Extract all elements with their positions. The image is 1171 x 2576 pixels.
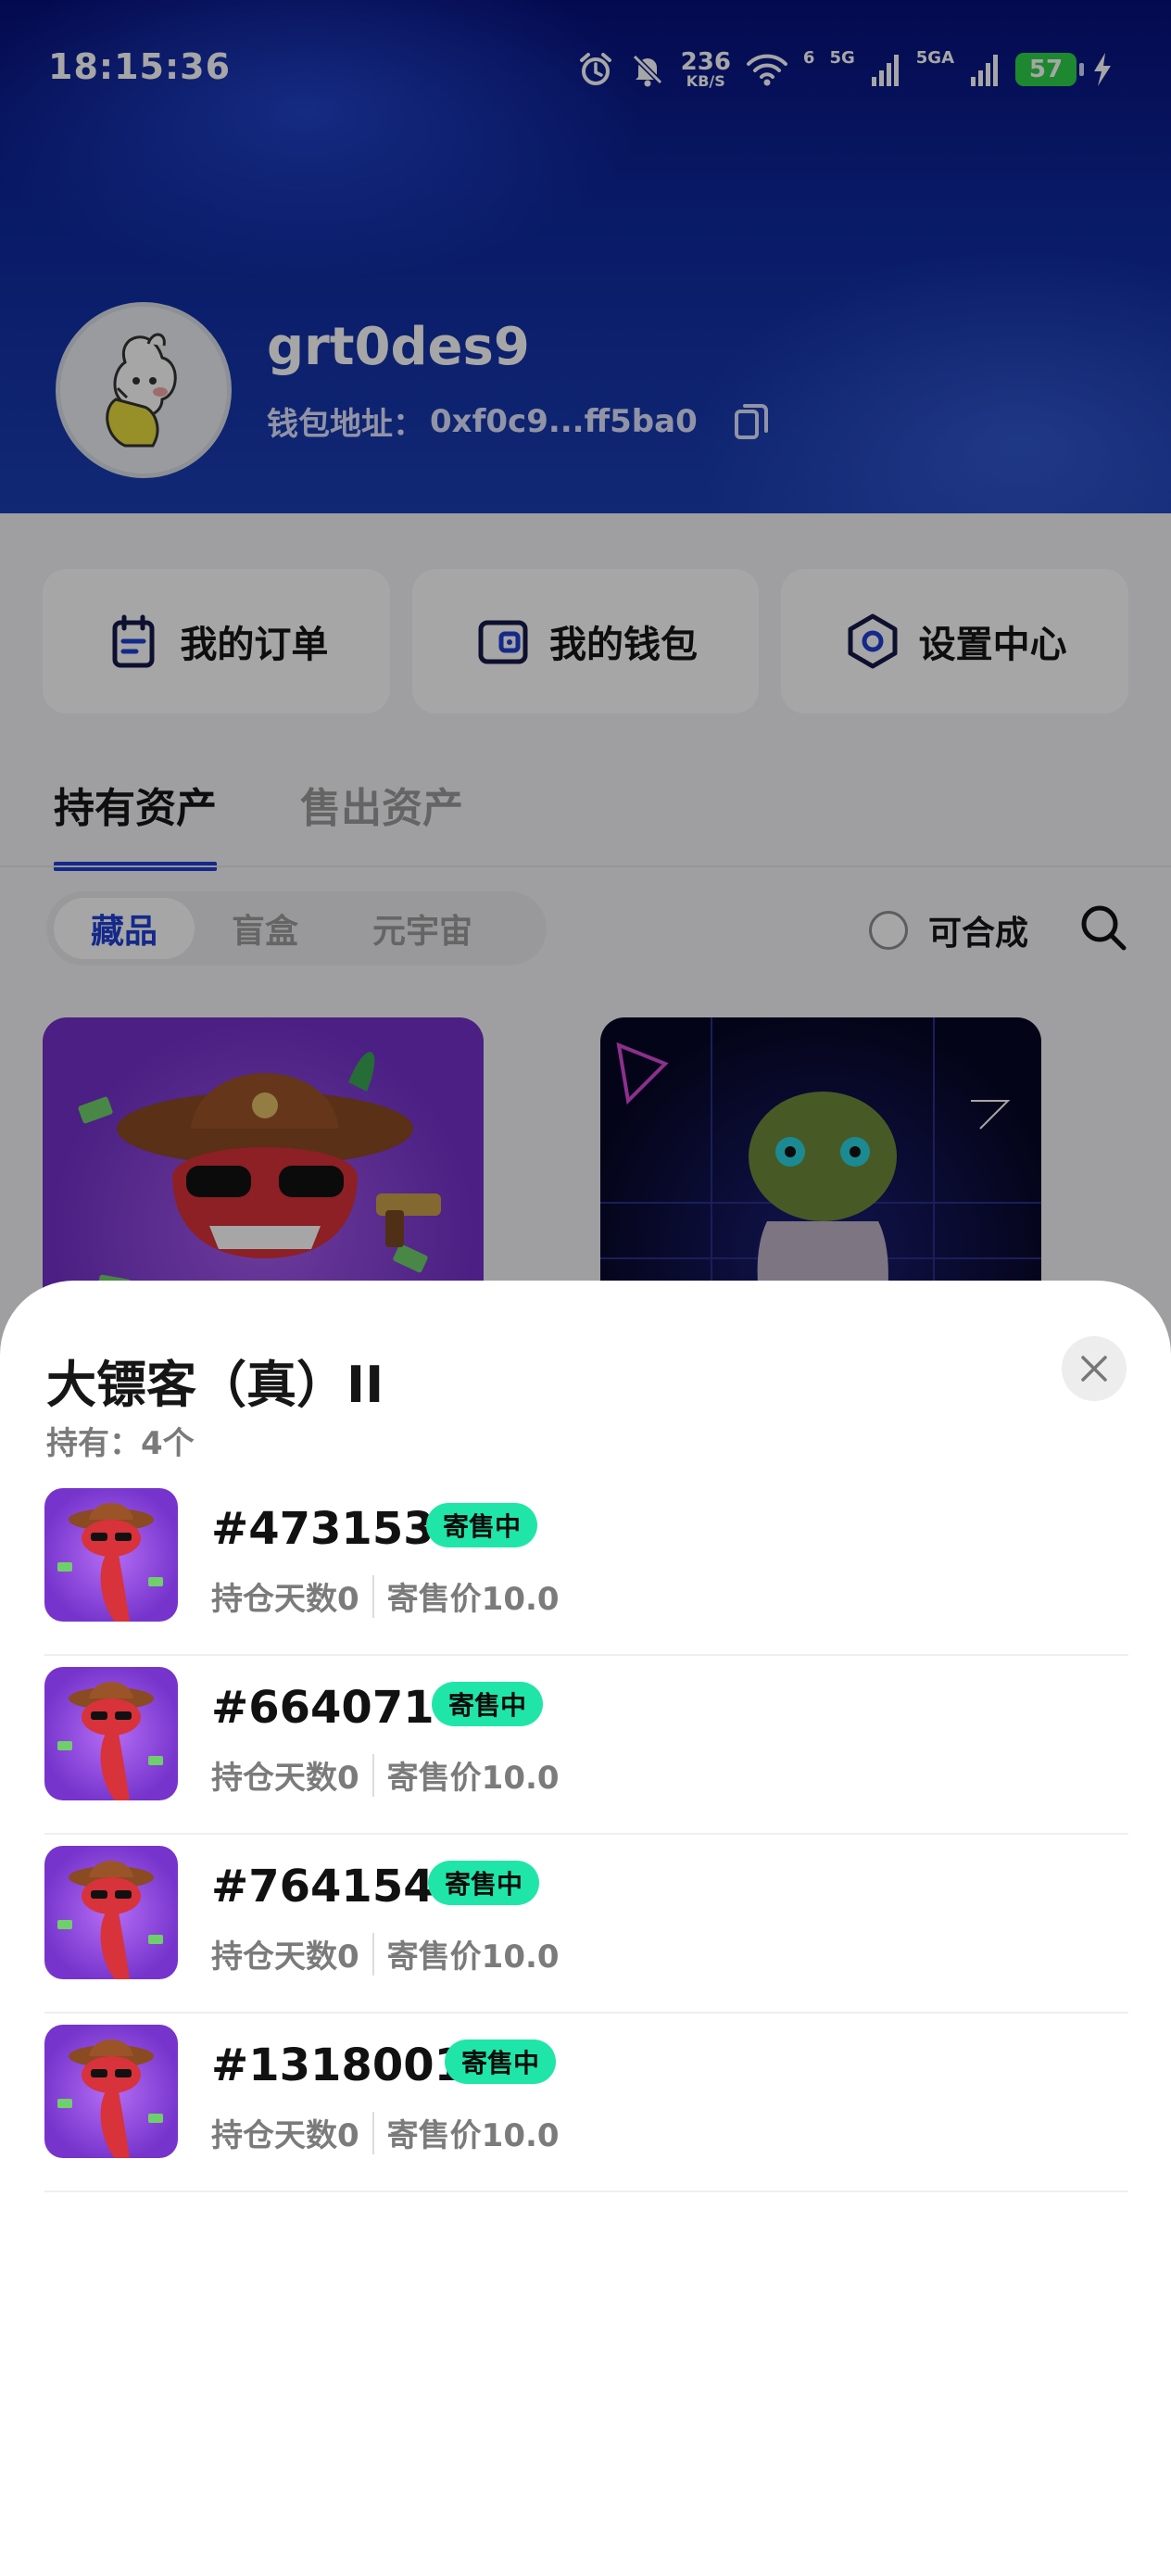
- item-thumbnail: [44, 1667, 178, 1800]
- item-serial: #473153: [211, 1503, 434, 1555]
- item-serial: #764154: [211, 1861, 434, 1913]
- item-thumbnail: [44, 1488, 178, 1622]
- holding-days: 持仓天数0: [211, 1760, 359, 1797]
- item-meta: 持仓天数0 寄售价10.0: [211, 1931, 560, 1976]
- holding-days: 持仓天数0: [211, 1938, 359, 1976]
- list-item[interactable]: #664071 寄售中 持仓天数0 寄售价10.0: [44, 1656, 1128, 1835]
- status-badge: 寄售中: [432, 1682, 544, 1726]
- consign-price: 寄售价10.0: [386, 2117, 560, 2154]
- status-badge: 寄售中: [445, 2039, 557, 2084]
- item-serial: #664071: [211, 1682, 434, 1734]
- consign-price: 寄售价10.0: [386, 1938, 560, 1976]
- holdings-sheet: 大镖客（真）II 持有：4个 #473153 寄售中 持仓天数0 寄售价10.0: [0, 1281, 1171, 2576]
- consign-price: 寄售价10.0: [386, 1760, 560, 1797]
- item-meta: 持仓天数0 寄售价10.0: [211, 2110, 560, 2155]
- meta-divider: [371, 1574, 374, 1618]
- page: 18:15:36 236 KB/S 6 5G 5GA 57 grt0des9 钱…: [0, 0, 1171, 2576]
- holdings-list: #473153 寄售中 持仓天数0 寄售价10.0 #664071 寄售中 持仓…: [44, 1477, 1128, 2192]
- list-item[interactable]: #473153 寄售中 持仓天数0 寄售价10.0: [44, 1477, 1128, 1656]
- meta-divider: [371, 1753, 374, 1797]
- item-meta: 持仓天数0 寄售价10.0: [211, 1752, 560, 1798]
- close-icon: [1081, 1356, 1107, 1382]
- item-meta: 持仓天数0 寄售价10.0: [211, 1573, 560, 1619]
- hold-count: 持有：4个: [46, 1425, 195, 1462]
- holding-days: 持仓天数0: [211, 1581, 359, 1618]
- sheet-title: 大镖客（真）II: [46, 1356, 384, 1414]
- status-badge: 寄售中: [428, 1861, 540, 1905]
- item-serial: #1318001: [211, 2039, 466, 2091]
- holding-days: 持仓天数0: [211, 2117, 359, 2154]
- meta-divider: [371, 2111, 374, 2154]
- meta-divider: [371, 1932, 374, 1976]
- consign-price: 寄售价10.0: [386, 1581, 560, 1618]
- list-item[interactable]: #764154 寄售中 持仓天数0 寄售价10.0: [44, 1835, 1128, 2014]
- status-badge: 寄售中: [426, 1503, 538, 1547]
- list-item[interactable]: #1318001 寄售中 持仓天数0 寄售价10.0: [44, 2014, 1128, 2192]
- item-thumbnail: [44, 1846, 178, 1979]
- item-thumbnail: [44, 2025, 178, 2158]
- close-button[interactable]: [1062, 1336, 1127, 1401]
